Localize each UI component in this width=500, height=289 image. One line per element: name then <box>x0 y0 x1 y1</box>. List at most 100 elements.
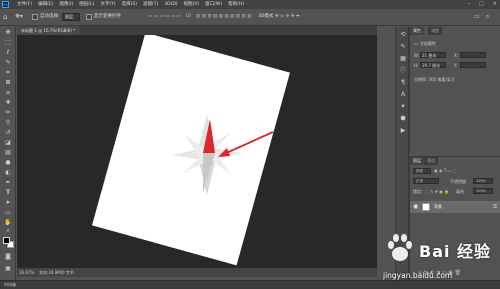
eye-icon[interactable]: ◉ <box>413 203 418 211</box>
menu-file[interactable]: 文件(F) <box>17 0 32 9</box>
fill-label: 填充: <box>456 189 466 194</box>
quick-mask-icon[interactable]: ◙ <box>3 253 13 261</box>
x-label: X: <box>454 53 459 58</box>
height-value: 29.7 厘米 <box>422 63 441 68</box>
menu-list: 文件(F) 编辑(E) 图像(I) 图层(L) 文字(Y) 选择(S) 滤镜(T… <box>17 0 244 9</box>
document-tab[interactable]: 未标题-1 @ 16.7%(RGB/8) * <box>17 26 80 35</box>
compass-artwork <box>172 115 274 195</box>
align-buttons[interactable]: ▭ ▭ ▭ ▭ ▭ ▭ <box>148 14 181 20</box>
auto-select-value: 图层 <box>65 14 73 19</box>
quick-select-tool-icon[interactable]: ✎ <box>3 59 13 67</box>
info-icon[interactable]: ⓘ <box>399 67 407 75</box>
gradient-tool-icon[interactable]: ▤ <box>3 149 13 157</box>
maximize-button[interactable]: □ <box>479 0 484 9</box>
menu-3d[interactable]: 3D(D) <box>164 0 177 9</box>
3d-icon[interactable]: ⬢ <box>399 115 407 123</box>
menu-layer[interactable]: 图层(L) <box>79 0 94 9</box>
layer-name: 背景 <box>434 204 442 209</box>
lock-icons[interactable]: ⬚ ✎ ✥ ▣ 🔒 <box>425 189 449 194</box>
blend-mode-select[interactable]: 正常 <box>413 178 439 184</box>
timeline-label[interactable]: 时间轴 <box>4 281 16 289</box>
y-field[interactable] <box>460 62 486 68</box>
history-icon[interactable]: ⟲ <box>399 31 407 39</box>
baidu-paw-logo <box>388 234 412 261</box>
shape-tool-icon[interactable]: ▭ <box>3 209 13 217</box>
layer-kind-filter[interactable]: 类型 <box>413 168 431 174</box>
move-tool-icon[interactable]: ✥▾ <box>15 13 25 21</box>
menu-filter[interactable]: 滤镜(T) <box>143 0 158 9</box>
minimize-button[interactable]: – <box>468 0 471 9</box>
move-tool-icon[interactable]: ✥ <box>3 29 13 37</box>
menu-edit[interactable]: 编辑(E) <box>38 0 53 9</box>
eraser-tool-icon[interactable]: ◪ <box>3 139 13 147</box>
brush-tool-icon[interactable]: ✏ <box>3 109 13 117</box>
height-field[interactable]: 29.7 厘米 <box>420 62 446 68</box>
history-brush-tool-icon[interactable]: ↺ <box>3 129 13 137</box>
zoom-tool-icon[interactable]: ⌕ <box>3 227 13 235</box>
dodge-tool-icon[interactable]: ◐ <box>3 169 13 177</box>
auto-select-checkbox[interactable] <box>32 14 38 20</box>
pen-tool-icon[interactable]: ✒ <box>3 179 13 187</box>
home-icon[interactable]: ⌂ <box>3 13 11 21</box>
opacity-field[interactable]: 100% <box>473 178 493 184</box>
blur-tool-icon[interactable]: ● <box>3 159 13 167</box>
tab-adjustments[interactable]: 调整 <box>428 27 442 35</box>
healing-brush-tool-icon[interactable]: ✚ <box>3 99 13 107</box>
window-controls: – □ × <box>468 0 497 9</box>
compass-star <box>172 115 242 195</box>
section-title: 文档属性 <box>420 41 436 46</box>
tab-properties[interactable]: 属性 <box>410 27 424 35</box>
y-label: Y: <box>454 63 458 68</box>
resolution-info: 分辨率: 300 像素/英寸 <box>414 77 455 82</box>
menu-window[interactable]: 窗口(W) <box>205 0 222 9</box>
lock-icon[interactable]: ⚿ <box>493 203 497 211</box>
canvas-area[interactable] <box>17 35 377 268</box>
filter-icons[interactable]: ▣ ◉ T ▭ ⬚ <box>434 168 456 173</box>
screen-mode-icon[interactable]: ▣ <box>3 265 13 273</box>
align-label: ID <box>186 14 191 19</box>
tab-layers[interactable]: 图层 <box>410 157 424 165</box>
distribute-buttons[interactable]: ▥ ▥ ▥ ▥ ▥ ▥ ▥ ▥ ▥ ▥ <box>196 14 251 20</box>
menu-type[interactable]: 文字(Y) <box>100 0 115 9</box>
layer-kind-label: 类型 <box>416 169 423 173</box>
swatches-icon[interactable]: ▦ <box>399 55 407 63</box>
document-icon: ▭ <box>414 41 418 46</box>
lasso-tool-icon[interactable]: ℓ <box>3 49 13 57</box>
eyedropper-tool-icon[interactable]: ⌀ <box>3 89 13 97</box>
path-select-tool-icon[interactable]: ➤ <box>3 199 13 207</box>
workspace-icon[interactable]: ▭ <box>474 14 480 20</box>
x-field[interactable] <box>460 52 486 58</box>
clone-stamp-tool-icon[interactable]: ⚲ <box>3 119 13 127</box>
width-label: W: <box>414 53 420 58</box>
close-button[interactable]: × <box>493 0 497 9</box>
3d-mode-label: 3D模式 <box>258 14 274 19</box>
menu-view[interactable]: 视图(V) <box>184 0 200 9</box>
marquee-tool-icon[interactable]: ⬚ <box>3 39 13 47</box>
show-transform-checkbox[interactable] <box>86 14 92 20</box>
properties-panel: 属性 调整 ▭ 文档属性 W: 21 厘米 H: 29.7 厘米 X: Y: 分… <box>409 27 500 154</box>
menu-select[interactable]: 选择(S) <box>122 0 137 9</box>
glyphs-icon[interactable]: ✦ <box>399 103 407 111</box>
tab-channels[interactable]: 通道 <box>424 157 438 165</box>
3d-mode-buttons[interactable]: ✤ ◎ ✣ ✥ ⬌ <box>275 14 300 20</box>
document-info[interactable]: 文档:24.9M/0 字节 <box>39 268 74 277</box>
baidu-watermark: Bai 经验 jingyan.baidu.com <box>375 228 500 288</box>
share-icon[interactable]: ⌕ <box>486 14 489 20</box>
crop-tool-icon[interactable]: ⌗ <box>3 69 13 77</box>
foreground-color-swatch[interactable] <box>3 237 10 244</box>
zoom-level[interactable]: 16.67% <box>19 268 34 277</box>
layer-row-background[interactable]: ◉ 背景 ⚿ <box>410 201 500 213</box>
character-icon[interactable]: A <box>399 91 407 99</box>
width-field[interactable]: 21 厘米 <box>420 52 446 58</box>
fill-field[interactable]: 100% <box>473 188 493 194</box>
menu-image[interactable]: 图像(I) <box>59 0 73 9</box>
actions-icon[interactable]: ▶ <box>399 127 407 135</box>
auto-select-dropdown[interactable]: 图层 <box>62 13 80 21</box>
frame-tool-icon[interactable]: ⊠ <box>3 79 13 87</box>
menu-help[interactable]: 帮助(H) <box>228 0 244 9</box>
paragraph-icon[interactable]: ¶ <box>399 79 407 87</box>
menu-bar: Ps 文件(F) 编辑(E) 图像(I) 图层(L) 文字(Y) 选择(S) 滤… <box>0 0 500 9</box>
brush-settings-icon[interactable]: ✎ <box>399 43 407 51</box>
type-tool-icon[interactable]: T <box>3 189 13 197</box>
hand-tool-icon[interactable]: ✋ <box>3 219 13 227</box>
